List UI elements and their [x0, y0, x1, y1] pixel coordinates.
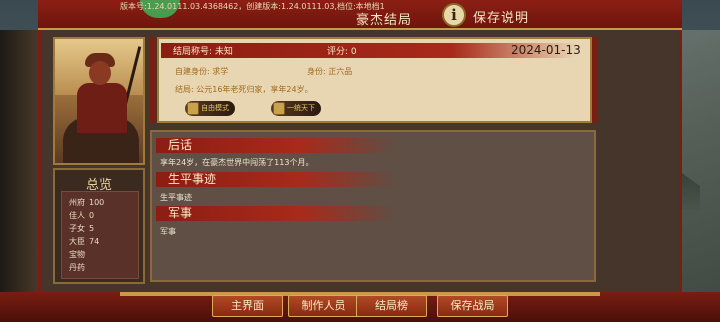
- ending-score: 评分: 0: [327, 47, 357, 57]
- frame-pillar-left: [150, 37, 156, 123]
- background-scenery-left: [0, 30, 40, 322]
- ending-details-panel[interactable]: 后话 享年24岁，在豪杰世界中闯荡了113个月。 生平事迹 生平事迹 军事 军事: [150, 130, 596, 282]
- save-note-button[interactable]: 保存说明: [473, 7, 529, 26]
- ending-date: 2024-01-13: [511, 43, 581, 57]
- scroll-icon: [273, 102, 285, 115]
- result-header-panel: 结局称号: 未知 评分: 0 2024-01-13 自建身份: 求学 身份: 正…: [157, 37, 592, 123]
- info-icon[interactable]: i: [442, 3, 466, 27]
- overview-panel: 总览 州府 100 佳人 0 子女 5 大臣 74 宝物 丹药: [53, 168, 145, 284]
- unify-mode-tag: 一统天下: [271, 101, 321, 116]
- page-title: 豪杰结局: [356, 13, 413, 28]
- military-header: 军事: [156, 206, 396, 221]
- life-events-header: 生平事迹: [156, 172, 396, 187]
- scroll-icon: [187, 102, 199, 115]
- credits-button[interactable]: 制作人员: [288, 295, 359, 317]
- stat-row: 丹药: [69, 263, 85, 272]
- stat-row: 大臣 74: [69, 237, 100, 246]
- life-events-text: 生平事迹: [160, 193, 192, 202]
- game-screen: 版本号:1.24.0111.03.4368462，创建版本:1.24.0111.…: [0, 0, 720, 322]
- epilogue-header: 后话: [156, 138, 396, 153]
- free-mode-tag: 自由模式: [185, 101, 235, 116]
- save-game-button[interactable]: 保存战局: [437, 295, 508, 317]
- stat-row: 子女 5: [69, 224, 95, 233]
- overview-stats-list: 州府 100 佳人 0 子女 5 大臣 74 宝物 丹药: [61, 191, 139, 279]
- ending-description: 结局: 公元16年老死归家，享年24岁。: [175, 85, 313, 94]
- epilogue-text: 享年24岁，在豪杰世界中闯荡了113个月。: [160, 158, 314, 167]
- stat-row: 州府 100: [69, 198, 105, 207]
- version-text: 版本号:1.24.0111.03.4368462，创建版本:1.24.0111.…: [120, 2, 385, 11]
- top-title-bar: 版本号:1.24.0111.03.4368462，创建版本:1.24.0111.…: [38, 0, 682, 30]
- identity-text: 自建身份: 求学: [175, 67, 229, 76]
- military-text: 军事: [160, 227, 176, 236]
- stat-row: 佳人 0: [69, 211, 95, 220]
- frame-pillar-right: [592, 37, 598, 123]
- general-portrait: [53, 37, 145, 165]
- ending-ranking-button[interactable]: 结局榜: [356, 295, 427, 317]
- stat-row: 宝物: [69, 250, 85, 259]
- ending-name: 结局称号: 未知: [173, 47, 233, 57]
- main-menu-button[interactable]: 主界面: [212, 295, 283, 317]
- rank-text: 身份: 正六品: [307, 67, 353, 76]
